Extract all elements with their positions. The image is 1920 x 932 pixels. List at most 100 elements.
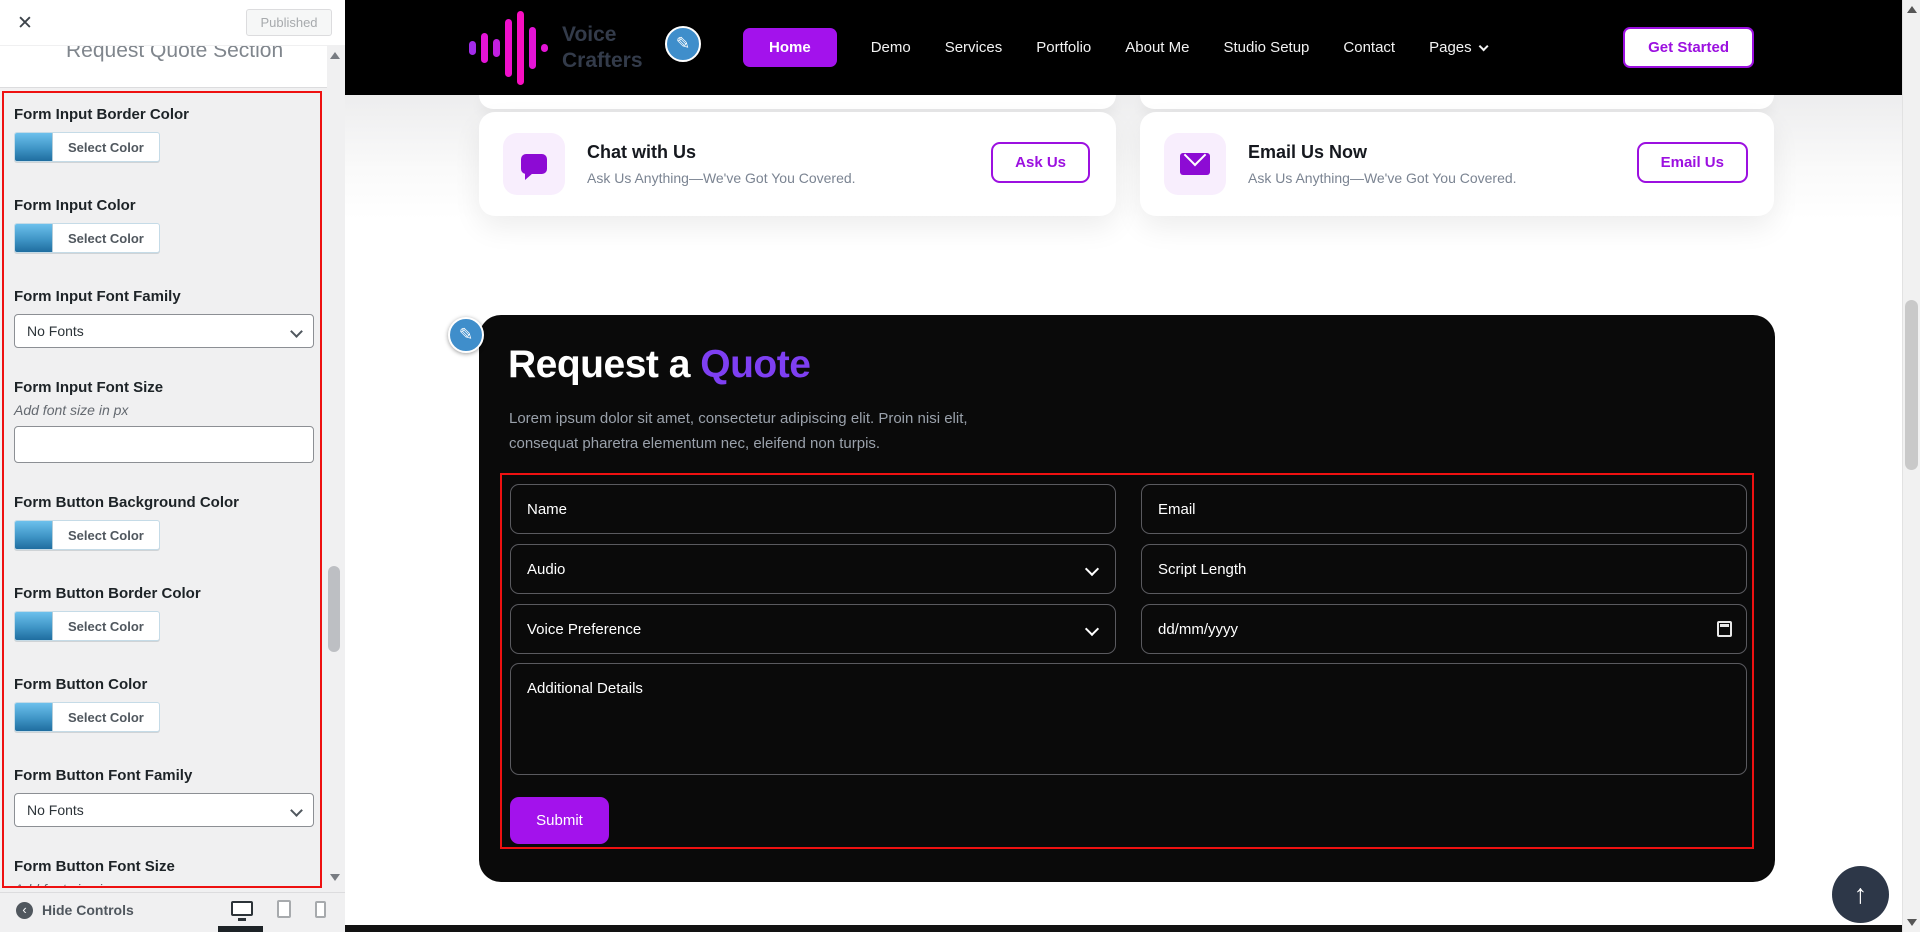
heading-accent: Quote	[700, 343, 811, 386]
color-swatch	[15, 224, 53, 252]
font-size-input[interactable]	[14, 426, 314, 463]
voice-preference-select[interactable]: Voice Preference	[510, 604, 1116, 654]
control-label: Form Input Color	[14, 197, 136, 214]
desktop-preview-icon[interactable]	[231, 901, 253, 921]
select-color-button[interactable]: Select Color	[14, 132, 160, 162]
email-card-title: Email Us Now	[1248, 142, 1368, 162]
close-icon[interactable]: ✕	[8, 6, 42, 40]
control-form-input-border-color: Form Input Border Color Select Color	[14, 106, 310, 166]
mobile-preview-icon[interactable]	[315, 901, 326, 918]
nav-item-about-me[interactable]: About Me	[1125, 39, 1189, 56]
scrollbar-down-icon[interactable]	[1907, 919, 1917, 926]
color-swatch	[15, 521, 53, 549]
select-color-label: Select Color	[68, 709, 144, 725]
nav-item-contact[interactable]: Contact	[1343, 39, 1395, 56]
submit-button[interactable]: Submit	[510, 797, 609, 844]
control-form-button-border-color: Form Button Border Color Select Color	[14, 585, 310, 645]
sidebar-scrollbar-up-icon[interactable]	[330, 52, 340, 59]
section-title: Request Quote Section	[66, 46, 284, 62]
select-color-button[interactable]: Select Color	[14, 702, 160, 732]
active-device-indicator	[218, 926, 263, 932]
customizer-bottombar: ‹ Hide Controls	[0, 892, 345, 932]
nav-item-home[interactable]: Home	[743, 28, 837, 67]
brand-line1: Voice	[562, 22, 617, 46]
chat-icon-tile	[503, 133, 565, 195]
scroll-to-top-button[interactable]: ↑	[1832, 866, 1889, 923]
edit-header-pencil-icon[interactable]: ✎	[665, 26, 701, 62]
font-family-value: No Fonts	[27, 802, 84, 818]
select-color-button[interactable]: Select Color	[14, 223, 160, 253]
collapse-sidebar-icon[interactable]: ‹	[16, 902, 33, 919]
color-swatch	[15, 133, 53, 161]
select-color-button[interactable]: Select Color	[14, 520, 160, 550]
email-icon-tile	[1164, 133, 1226, 195]
email-card-subtitle: Ask Us Anything—We've Got You Covered.	[1248, 170, 1517, 186]
font-family-select[interactable]: No Fonts	[14, 793, 314, 827]
ask-us-button[interactable]: Ask Us	[991, 142, 1090, 183]
control-form-button-background-color: Form Button Background Color Select Colo…	[14, 494, 310, 554]
site-preview: Voice Crafters ✎ Home Demo Services Port…	[345, 0, 1902, 932]
control-label: Form Button Background Color	[14, 494, 239, 511]
control-form-button-font-size: Form Button Font Size Add font size in p…	[14, 858, 310, 886]
select-color-button[interactable]: Select Color	[14, 611, 160, 641]
additional-details-textarea[interactable]	[510, 663, 1747, 775]
chevron-down-icon	[1478, 41, 1489, 52]
site-header: Voice Crafters ✎ Home Demo Services Port…	[345, 0, 1902, 95]
nav-item-demo[interactable]: Demo	[871, 39, 911, 56]
published-button[interactable]: Published	[246, 9, 332, 36]
quote-section-heading: Request a Quote	[508, 343, 811, 387]
sidebar-scrollbar-down-icon[interactable]	[330, 874, 340, 881]
heading-prefix: Request a	[508, 343, 701, 386]
nav-item-services[interactable]: Services	[945, 39, 1003, 56]
script-length-input[interactable]	[1141, 544, 1747, 594]
footer-edge	[345, 925, 1902, 932]
control-description: Add font size in px	[14, 881, 310, 886]
control-form-input-font-family: Form Input Font Family No Fonts	[14, 288, 314, 348]
scrollbar-thumb[interactable]	[1905, 300, 1918, 470]
font-family-value: No Fonts	[27, 323, 84, 339]
sidebar-scrollbar-thumb[interactable]	[328, 566, 340, 652]
color-swatch	[15, 703, 53, 731]
nav-item-pages[interactable]: Pages	[1429, 39, 1489, 56]
control-label: Form Input Font Size	[14, 379, 164, 396]
control-description: Add font size in px	[14, 402, 129, 418]
nav-item-studio-setup[interactable]: Studio Setup	[1223, 39, 1309, 56]
scrollbar-up-icon[interactable]	[1907, 6, 1917, 13]
edit-quote-section-pencil-icon[interactable]: ✎	[448, 317, 484, 353]
control-label: Form Input Font Family	[14, 288, 181, 305]
control-form-button-font-family: Form Button Font Family No Fonts	[14, 767, 314, 827]
email-us-button[interactable]: Email Us	[1636, 142, 1748, 183]
email-input[interactable]	[1141, 484, 1747, 534]
get-started-button[interactable]: Get Started	[1623, 27, 1754, 68]
tablet-preview-icon[interactable]	[277, 900, 291, 918]
name-input[interactable]	[510, 484, 1116, 534]
quote-form-selection-box: Audio Voice Preference dd/mm/yyyy Submit	[500, 473, 1754, 849]
section-controls-panel: Form Input Border Color Select Color For…	[2, 91, 322, 888]
nav-item-portfolio[interactable]: Portfolio	[1036, 39, 1091, 56]
control-label: Form Button Font Family	[14, 767, 193, 784]
control-label: Form Input Border Color	[14, 106, 189, 123]
control-label: Form Button Font Size	[14, 858, 175, 875]
site-logo[interactable]: Voice Crafters	[469, 11, 643, 85]
control-form-button-color: Form Button Color Select Color	[14, 676, 310, 736]
email-card: Email Us Now Ask Us Anything—We've Got Y…	[1140, 112, 1774, 216]
font-family-select[interactable]: No Fonts	[14, 314, 314, 348]
envelope-icon	[1180, 153, 1210, 175]
brand-name: Voice Crafters	[562, 22, 643, 75]
chat-bubble-icon	[521, 154, 547, 180]
section-title-bar: Request Quote Section	[0, 46, 327, 88]
chat-card-title: Chat with Us	[587, 142, 697, 162]
color-swatch	[15, 612, 53, 640]
select-color-label: Select Color	[68, 139, 144, 155]
request-quote-section: Request a Quote Lorem ipsum dolor sit am…	[479, 315, 1775, 882]
control-form-input-color: Form Input Color Select Color	[14, 197, 310, 257]
date-input[interactable]: dd/mm/yyyy	[1141, 604, 1747, 654]
control-form-input-font-size: Form Input Font Size Add font size in px	[14, 379, 314, 463]
calendar-icon[interactable]	[1717, 621, 1732, 637]
control-label: Form Button Color	[14, 676, 148, 693]
main-nav: Home Demo Services Portfolio About Me St…	[743, 0, 1489, 95]
preview-scrollbar	[1902, 0, 1920, 932]
hide-controls-button[interactable]: Hide Controls	[42, 902, 134, 918]
control-label: Form Button Border Color	[14, 585, 201, 602]
service-select[interactable]: Audio	[510, 544, 1116, 594]
